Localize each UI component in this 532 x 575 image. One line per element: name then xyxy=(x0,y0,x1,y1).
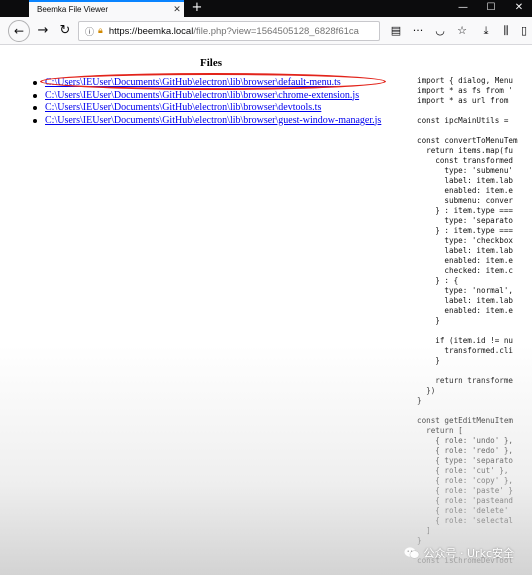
url-path: /file.php?view=1564505128_6828f61ca xyxy=(193,25,359,37)
url-bar[interactable]: ⓘ 🔒︎ https://beemka.local/file.php?view=… xyxy=(78,21,380,41)
file-link-guest-window-manager[interactable]: C:\Users\IEUser\Documents\GitHub\electro… xyxy=(45,115,381,128)
tab-close-icon[interactable]: ✕ xyxy=(170,5,184,15)
annotation-ellipse xyxy=(40,73,386,90)
star-icon[interactable]: ☆ xyxy=(454,23,470,39)
forward-icon[interactable]: → xyxy=(33,21,53,41)
bullet xyxy=(33,106,37,111)
sidebar-icon[interactable]: ▯ xyxy=(516,23,532,39)
new-tab-button[interactable]: + xyxy=(190,0,204,17)
watermark-text: 公众号 · Urkc安全 xyxy=(423,547,514,560)
url-text[interactable]: https://beemka.local/file.php?view=15645… xyxy=(109,26,359,37)
maximize-icon[interactable]: ☐ xyxy=(478,0,504,17)
watermark: 公众号 · Urkc安全 xyxy=(404,545,514,561)
page-content: Files C:\Users\IEUser\Documents\GitHub\e… xyxy=(0,46,532,575)
bullet xyxy=(33,81,37,86)
tab-beemka-file-viewer[interactable]: Beemka File Viewer ✕ xyxy=(29,0,184,17)
navigation-toolbar: ← → ↻ ⓘ 🔒︎ https://beemka.local/file.php… xyxy=(0,17,532,45)
download-icon[interactable]: ⤓ xyxy=(478,23,494,39)
url-host: https://beemka.local xyxy=(108,25,194,37)
bullet xyxy=(33,118,37,123)
reader-icon[interactable]: ▤ xyxy=(388,23,404,39)
minimize-icon[interactable]: — xyxy=(450,0,476,17)
more-icon[interactable]: ··· xyxy=(410,23,426,39)
list-item: C:\Users\IEUser\Documents\GitHub\electro… xyxy=(33,90,381,103)
source-code-view: import { dialog, Menu import * as fs fro… xyxy=(417,76,518,565)
lock-icon[interactable]: 🔒︎ xyxy=(98,26,103,36)
info-icon[interactable]: ⓘ xyxy=(85,25,94,38)
tab-title: Beemka File Viewer xyxy=(37,5,108,14)
pocket-icon[interactable]: ◡ xyxy=(432,23,448,39)
wechat-icon xyxy=(404,547,419,559)
file-link-devtools[interactable]: C:\Users\IEUser\Documents\GitHub\electro… xyxy=(45,102,321,115)
close-window-icon[interactable]: ✕ xyxy=(506,0,532,17)
bullet xyxy=(33,93,37,98)
reload-icon[interactable]: ↻ xyxy=(55,21,75,41)
back-icon[interactable]: ← xyxy=(8,20,30,42)
file-link-chrome-extension[interactable]: C:\Users\IEUser\Documents\GitHub\electro… xyxy=(45,90,359,103)
library-icon[interactable]: ⫼ xyxy=(498,23,514,39)
list-item: C:\Users\IEUser\Documents\GitHub\electro… xyxy=(33,102,381,115)
page-title: Files xyxy=(200,57,222,69)
list-item: C:\Users\IEUser\Documents\GitHub\electro… xyxy=(33,115,381,128)
tab-bar: Beemka File Viewer ✕ + — ☐ ✕ xyxy=(0,0,532,17)
